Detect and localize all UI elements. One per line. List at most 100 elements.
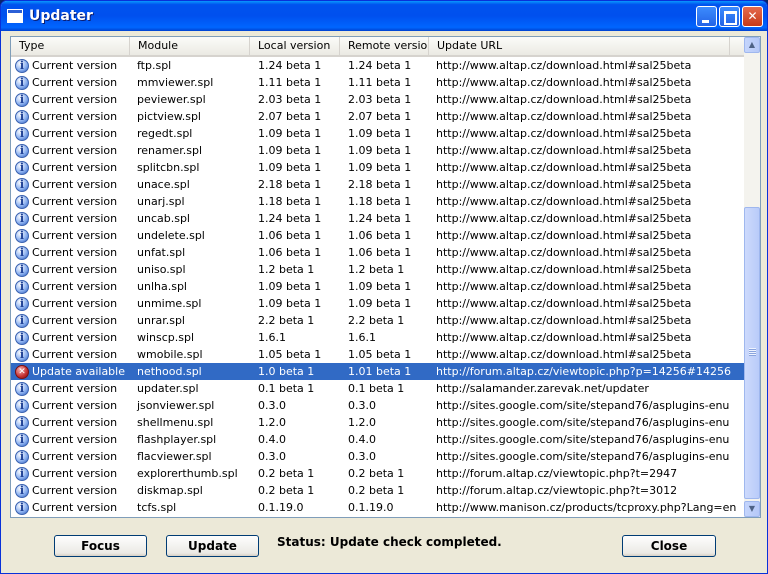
table-row[interactable]: Current version unrar.spl 2.2 beta 1 2.2 be… [11, 312, 744, 329]
row-update-url: http://forum.altap.cz/viewtopic.php?p=14… [436, 365, 731, 378]
info-icon [15, 466, 29, 481]
row-local-version: 2.03 beta 1 [258, 93, 322, 106]
table-row[interactable]: Current version unace.spl 2.18 beta 1 2.18 … [11, 176, 744, 193]
table-row[interactable]: Current version uncab.spl 1.24 beta 1 1.24 … [11, 210, 744, 227]
row-remote-version: 2.07 beta 1 [348, 110, 412, 123]
updater-window: Updater ✕ Type Module Local version Remo… [0, 0, 768, 574]
scroll-up-button[interactable]: ▲ [744, 37, 760, 53]
table-row[interactable]: Current version flacviewer.spl 0.3.0 0.3.0 h… [11, 448, 744, 465]
row-type-cell: Current version [11, 381, 130, 396]
row-module: renamer.spl [137, 144, 203, 157]
table-row[interactable]: Current version shellmenu.spl 1.2.0 1.2.0 ht… [11, 414, 744, 431]
row-type: Current version [32, 178, 118, 191]
row-type-cell: Current version [11, 75, 130, 90]
table-row[interactable]: Current version splitcbn.spl 1.09 beta 1 1.… [11, 159, 744, 176]
scroll-down-button[interactable]: ▼ [744, 501, 760, 517]
table-row[interactable]: Current version explorerthumb.spl 0.2 beta… [11, 465, 744, 482]
row-local-version: 2.18 beta 1 [258, 178, 322, 191]
table-row[interactable]: Current version unmime.spl 1.09 beta 1 1.09… [11, 295, 744, 312]
row-type: Current version [32, 501, 118, 514]
table-row[interactable]: Current version flashplayer.spl 0.4.0 0.4.0… [11, 431, 744, 448]
table-row[interactable]: Current version ftp.spl 1.24 beta 1 1.24 be… [11, 57, 744, 74]
row-type-cell: Update available [11, 364, 130, 379]
table-row[interactable]: Current version undelete.spl 1.06 beta 1 1.… [11, 227, 744, 244]
row-type: Current version [32, 382, 118, 395]
row-local-version: 0.1.19.0 [258, 501, 304, 514]
row-remote-version: 1.2.0 [348, 416, 376, 429]
row-module: shellmenu.spl [137, 416, 214, 429]
row-local-version: 1.09 beta 1 [258, 127, 322, 140]
row-remote-version: 1.11 beta 1 [348, 76, 412, 89]
row-local-version: 1.09 beta 1 [258, 161, 322, 174]
info-icon [15, 483, 29, 498]
row-update-url: http://www.altap.cz/download.html#sal25b… [436, 127, 692, 140]
row-type-cell: Current version [11, 194, 130, 209]
scroll-thumb[interactable] [744, 207, 760, 499]
column-header-local-version[interactable]: Local version [250, 37, 340, 55]
info-icon [15, 92, 29, 107]
column-header-update-url[interactable]: Update URL [429, 37, 730, 55]
info-icon [15, 126, 29, 141]
row-module: mmviewer.spl [137, 76, 214, 89]
row-remote-version: 1.6.1 [348, 331, 376, 344]
table-row[interactable]: Current version uniso.spl 1.2 beta 1 1.2 be… [11, 261, 744, 278]
row-local-version: 1.24 beta 1 [258, 59, 322, 72]
table-row[interactable]: Current version regedt.spl 1.09 beta 1 1.09… [11, 125, 744, 142]
table-row[interactable]: Current version pictview.spl 2.07 beta 1 2.… [11, 108, 744, 125]
table-row[interactable]: Current version tcfs.spl 0.1.19.0 0.1.19.0 h… [11, 499, 744, 516]
table-row[interactable]: Current version winscp.spl 1.6.1 1.6.1 http:… [11, 329, 744, 346]
table-row[interactable]: Current version renamer.spl 1.09 beta 1 1.0… [11, 142, 744, 159]
row-type-cell: Current version [11, 228, 130, 243]
row-update-url: http://www.altap.cz/download.html#sal25b… [436, 161, 692, 174]
row-type-cell: Current version [11, 483, 130, 498]
minimize-button[interactable] [696, 6, 717, 27]
table-row[interactable]: Current version wmobile.spl 1.05 beta 1 1.0… [11, 346, 744, 363]
info-icon [15, 245, 29, 260]
table-row[interactable]: Current version unfat.spl 1.06 beta 1 1.06 … [11, 244, 744, 261]
row-type: Current version [32, 348, 118, 361]
row-type-cell: Current version [11, 211, 130, 226]
row-update-url: http://www.altap.cz/download.html#sal25b… [436, 263, 692, 276]
error-icon [15, 364, 29, 379]
row-remote-version: 0.3.0 [348, 399, 376, 412]
maximize-button[interactable] [719, 6, 740, 27]
row-remote-version: 1.06 beta 1 [348, 246, 412, 259]
info-icon [15, 500, 29, 515]
focus-button[interactable]: Focus [54, 535, 147, 557]
row-type: Current version [32, 246, 118, 259]
close-window-button[interactable]: ✕ [742, 6, 763, 27]
column-header-type[interactable]: Type [11, 37, 130, 55]
title-bar[interactable]: Updater ✕ [1, 1, 767, 31]
column-header-remote-version[interactable]: Remote version [340, 37, 429, 55]
row-module: ftp.spl [137, 59, 172, 72]
row-module: unmime.spl [137, 297, 202, 310]
table-row[interactable]: Current version updater.spl 0.1 beta 1 0.1 … [11, 380, 744, 397]
column-header-module[interactable]: Module [130, 37, 250, 55]
row-local-version: 2.2 beta 1 [258, 314, 315, 327]
table-row[interactable]: Current version unarj.spl 1.18 beta 1 1.18 … [11, 193, 744, 210]
row-remote-version: 0.1.19.0 [348, 501, 394, 514]
table-row[interactable]: Current version diskmap.spl 0.2 beta 1 0.2 … [11, 482, 744, 499]
table-row[interactable]: Current version peviewer.spl 2.03 beta 1 2.… [11, 91, 744, 108]
row-remote-version: 1.05 beta 1 [348, 348, 412, 361]
close-button[interactable]: Close [622, 535, 716, 557]
table-row[interactable]: Update available nethood.spl 1.0 beta 1 1.0… [11, 363, 744, 380]
table-row[interactable]: Current version jsonviewer.spl 0.3.0 0.3.0 h… [11, 397, 744, 414]
update-button[interactable]: Update [166, 535, 259, 557]
row-update-url: http://www.altap.cz/download.html#sal25b… [436, 212, 692, 225]
table-row[interactable]: Current version unlha.spl 1.09 beta 1 1.09 … [11, 278, 744, 295]
plugin-list[interactable]: Type Module Local version Remote version… [10, 36, 761, 518]
vertical-scrollbar[interactable]: ▲ ▼ [744, 37, 760, 517]
row-type-cell: Current version [11, 245, 130, 260]
row-remote-version: 1.01 beta 1 [348, 365, 412, 378]
row-type-cell: Current version [11, 296, 130, 311]
info-icon [15, 449, 29, 464]
row-module: uncab.spl [137, 212, 190, 225]
table-row[interactable]: Current version mmviewer.spl 1.11 beta 1 1.… [11, 74, 744, 91]
row-update-url: http://www.altap.cz/download.html#sal25b… [436, 280, 692, 293]
row-remote-version: 1.06 beta 1 [348, 229, 412, 242]
row-module: updater.spl [137, 382, 199, 395]
row-type-cell: Current version [11, 109, 130, 124]
row-local-version: 1.06 beta 1 [258, 229, 322, 242]
row-remote-version: 0.2 beta 1 [348, 484, 405, 497]
